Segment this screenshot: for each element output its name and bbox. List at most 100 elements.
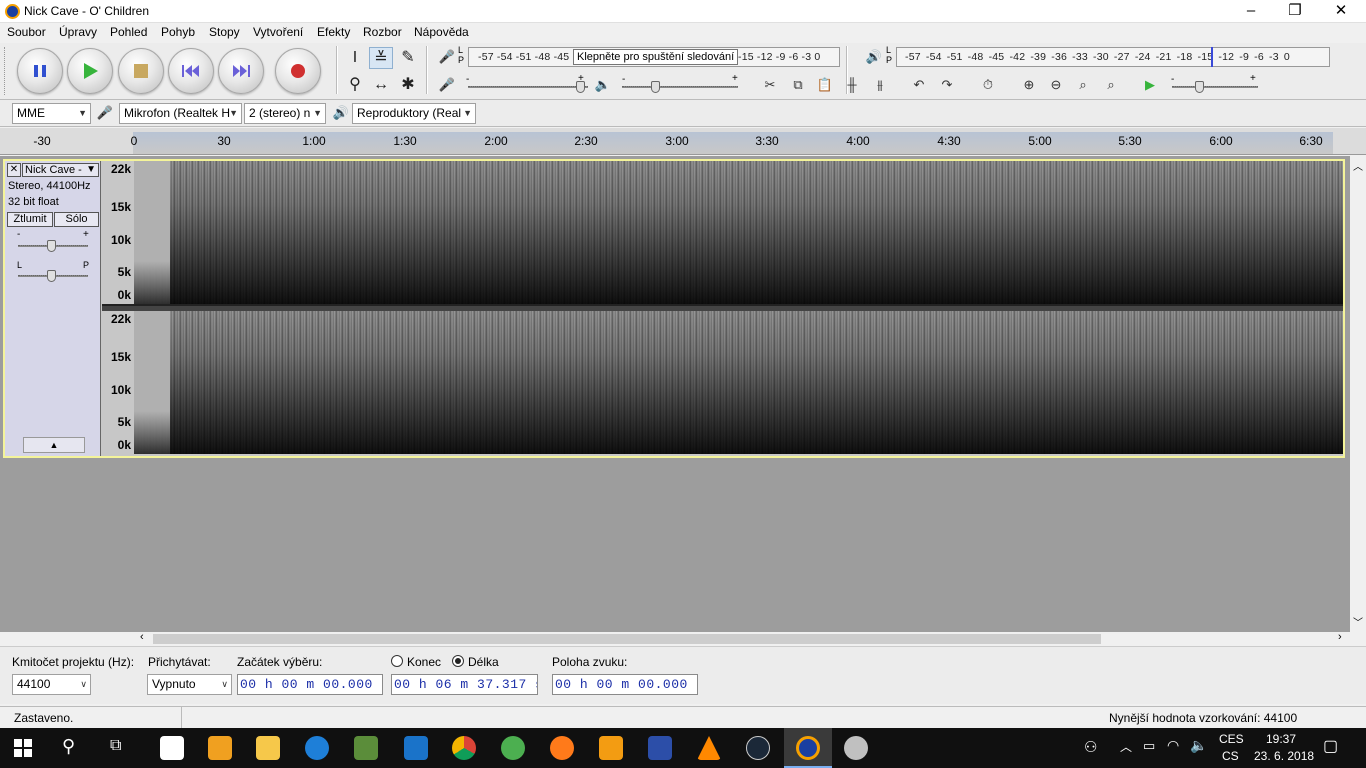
menu-efekty[interactable]: Efekty: [317, 25, 350, 39]
mute-button[interactable]: Ztlumit: [7, 212, 53, 227]
vertical-scrollbar[interactable]: ︿ ﹀: [1350, 156, 1366, 632]
vlc-icon[interactable]: [697, 736, 721, 760]
file-explorer-icon[interactable]: [256, 736, 280, 760]
audio-track[interactable]: ✕ Nick Cave - ▼ Stereo, 44100Hz 32 bit f…: [3, 159, 1345, 458]
microphone-icon[interactable]: 🎤: [436, 46, 458, 68]
firefox-icon[interactable]: [550, 736, 574, 760]
steam-icon[interactable]: [746, 736, 770, 760]
speaker-icon[interactable]: 🔊: [863, 46, 885, 68]
selection-tool-icon[interactable]: I: [343, 47, 367, 69]
horizontal-scroll-thumb[interactable]: [153, 634, 1101, 644]
clock-date[interactable]: 23. 6. 2018: [1254, 749, 1314, 763]
spectrogram-right-channel[interactable]: [134, 311, 1343, 454]
timeline-ruler[interactable]: -30 0 30 1:00 1:30 2:00 2:30 3:00 3:30 4…: [0, 128, 1366, 155]
track-name-menu[interactable]: Nick Cave - ▼: [22, 163, 99, 177]
track-close-icon[interactable]: ✕: [7, 163, 21, 177]
audio-host-select[interactable]: MME ▼: [12, 103, 91, 124]
chrome-icon[interactable]: [452, 736, 476, 760]
paste-icon[interactable]: 📋: [814, 74, 836, 96]
redo-icon[interactable]: ↷: [936, 74, 958, 96]
notification-icon[interactable]: ▢: [1323, 736, 1338, 756]
pause-button[interactable]: [17, 48, 63, 94]
snap-select[interactable]: Vypnuto ∨: [147, 674, 232, 695]
fit-project-icon[interactable]: ⌕: [1100, 74, 1122, 96]
audacity-taskbar-active[interactable]: [784, 728, 832, 768]
restore-button[interactable]: ❐: [1272, 0, 1318, 23]
zoom-tool-icon[interactable]: ⚲: [343, 74, 367, 96]
copy-icon[interactable]: ⧉: [787, 74, 809, 96]
menu-soubor[interactable]: Soubor: [7, 25, 46, 39]
people-icon[interactable]: ⚇: [1084, 738, 1097, 756]
stop-button[interactable]: [118, 48, 164, 94]
selection-length-field[interactable]: 00 h 06 m 37.317 s: [391, 674, 538, 695]
minecraft-icon[interactable]: [354, 736, 378, 760]
zoom-out-icon[interactable]: ⊖: [1045, 74, 1067, 96]
edge-icon[interactable]: [404, 736, 428, 760]
spectrogram-left-channel[interactable]: [134, 161, 1343, 304]
media-player-icon[interactable]: [599, 736, 623, 760]
end-radio[interactable]: [391, 655, 403, 667]
cut-icon[interactable]: ✂: [759, 74, 781, 96]
menu-pohyb[interactable]: Pohyb: [161, 25, 195, 39]
paint-icon[interactable]: [844, 736, 868, 760]
record-button[interactable]: [275, 48, 321, 94]
menu-upravy[interactable]: Úpravy: [59, 25, 97, 39]
fit-selection-icon[interactable]: ⌕: [1072, 74, 1094, 96]
recording-device-select[interactable]: Mikrofon (Realtek H ▼: [119, 103, 242, 124]
thunder-app-icon[interactable]: [305, 736, 329, 760]
windows-start-icon[interactable]: [14, 739, 32, 760]
skip-to-start-button[interactable]: [168, 48, 214, 94]
menu-pohled[interactable]: Pohled: [110, 25, 147, 39]
save-disk-icon[interactable]: [648, 736, 672, 760]
playback-volume-slider[interactable]: [651, 81, 660, 93]
length-radio[interactable]: [452, 655, 464, 667]
tray-chevron-icon[interactable]: ︿: [1120, 738, 1132, 755]
language-top[interactable]: CES: [1219, 732, 1244, 746]
scroll-down-icon[interactable]: ﹀: [1353, 614, 1363, 629]
trim-audio-icon[interactable]: ╫: [841, 74, 863, 96]
channels-select[interactable]: 2 (stereo) n ▼: [244, 103, 326, 124]
envelope-tool-icon[interactable]: ≚: [369, 47, 393, 69]
wifi-icon[interactable]: ◠: [1167, 737, 1179, 754]
draw-tool-icon[interactable]: ✎: [396, 47, 420, 69]
length-option-label: Délka: [468, 655, 499, 669]
project-rate-select[interactable]: 44100 ∨: [12, 674, 91, 695]
scroll-up-icon[interactable]: ︿: [1353, 158, 1363, 173]
menu-napoveda[interactable]: Nápověda: [414, 25, 469, 39]
close-button[interactable]: ✕: [1318, 0, 1364, 23]
play-speed-slider[interactable]: [1195, 81, 1204, 93]
selection-start-field[interactable]: 00 h 00 m 00.000 s: [237, 674, 383, 695]
menu-stopy[interactable]: Stopy: [209, 25, 240, 39]
volume-icon[interactable]: 🔈: [1190, 737, 1207, 754]
audio-position-field[interactable]: 00 h 00 m 00.000 s: [552, 674, 698, 695]
undo-icon[interactable]: ↶: [908, 74, 930, 96]
gain-slider[interactable]: [47, 240, 56, 252]
search-icon[interactable]: ⚲: [62, 736, 75, 757]
horizontal-scrollbar[interactable]: ‹ ›: [136, 631, 1350, 646]
play-button[interactable]: [67, 48, 113, 94]
toolbar-grip[interactable]: [4, 47, 7, 95]
task-view-icon[interactable]: ⧉: [110, 737, 121, 755]
zoom-in-icon[interactable]: ⊕: [1018, 74, 1040, 96]
globe-app-icon[interactable]: [501, 736, 525, 760]
silence-audio-icon[interactable]: ⫵: [869, 74, 891, 96]
solo-button[interactable]: Sólo: [54, 212, 99, 227]
sticky-notes-icon[interactable]: [160, 736, 184, 760]
menu-vytvoreni[interactable]: Vytvoření: [253, 25, 303, 39]
battery-icon[interactable]: ▭: [1143, 738, 1155, 754]
store-icon[interactable]: [208, 736, 232, 760]
scroll-left-icon[interactable]: ‹: [140, 631, 144, 643]
scroll-right-icon[interactable]: ›: [1338, 631, 1342, 643]
minimize-button[interactable]: –: [1228, 0, 1274, 23]
play-at-speed-icon[interactable]: ▶: [1139, 74, 1161, 96]
menu-rozbor[interactable]: Rozbor: [363, 25, 402, 39]
language-bottom[interactable]: CS: [1222, 749, 1239, 763]
skip-to-end-button[interactable]: [218, 48, 264, 94]
sync-lock-icon[interactable]: ⏱: [977, 74, 999, 96]
pan-slider[interactable]: [47, 270, 56, 282]
multi-tool-icon[interactable]: ✱: [396, 74, 420, 96]
collapse-track-button[interactable]: ▲: [23, 437, 85, 453]
playback-device-select[interactable]: Reproduktory (Real ▼: [352, 103, 476, 124]
timeshift-tool-icon[interactable]: ↔: [369, 74, 393, 96]
clock-time[interactable]: 19:37: [1266, 732, 1296, 746]
